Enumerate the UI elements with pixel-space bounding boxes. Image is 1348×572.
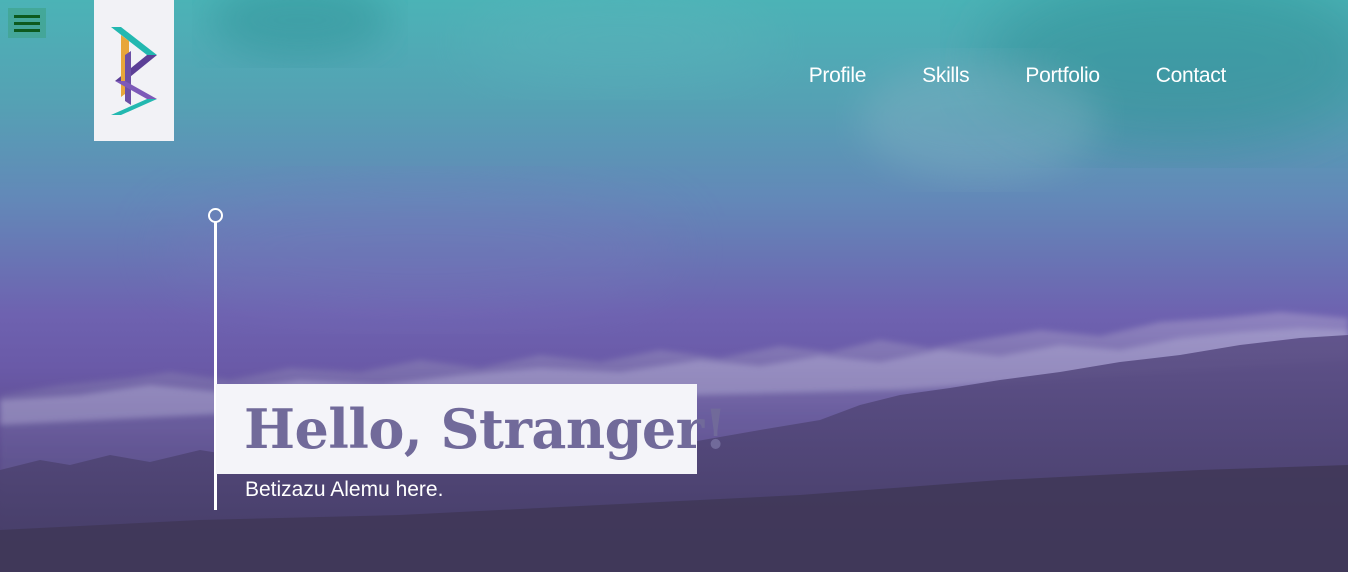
logo-mark-icon xyxy=(111,26,157,115)
nav-item-portfolio[interactable]: Portfolio xyxy=(1025,64,1100,88)
main-nav: Profile Skills Portfolio Contact xyxy=(809,64,1227,88)
greeting-subtitle: Betizazu Alemu here. xyxy=(245,478,444,501)
greeting-heading: Hello, Stranger! xyxy=(244,397,727,461)
logo[interactable] xyxy=(94,0,174,141)
nav-item-profile[interactable]: Profile xyxy=(809,64,867,88)
menu-toggle-button[interactable] xyxy=(8,8,46,38)
nav-item-skills[interactable]: Skills xyxy=(922,64,970,88)
nav-item-contact[interactable]: Contact xyxy=(1156,64,1227,88)
timeline-dot xyxy=(208,208,223,223)
greeting-card: Hello, Stranger! xyxy=(216,384,727,474)
hamburger-menu-icon xyxy=(14,14,40,18)
hero-section: Profile Skills Portfolio Contact Hello, … xyxy=(0,0,1348,572)
